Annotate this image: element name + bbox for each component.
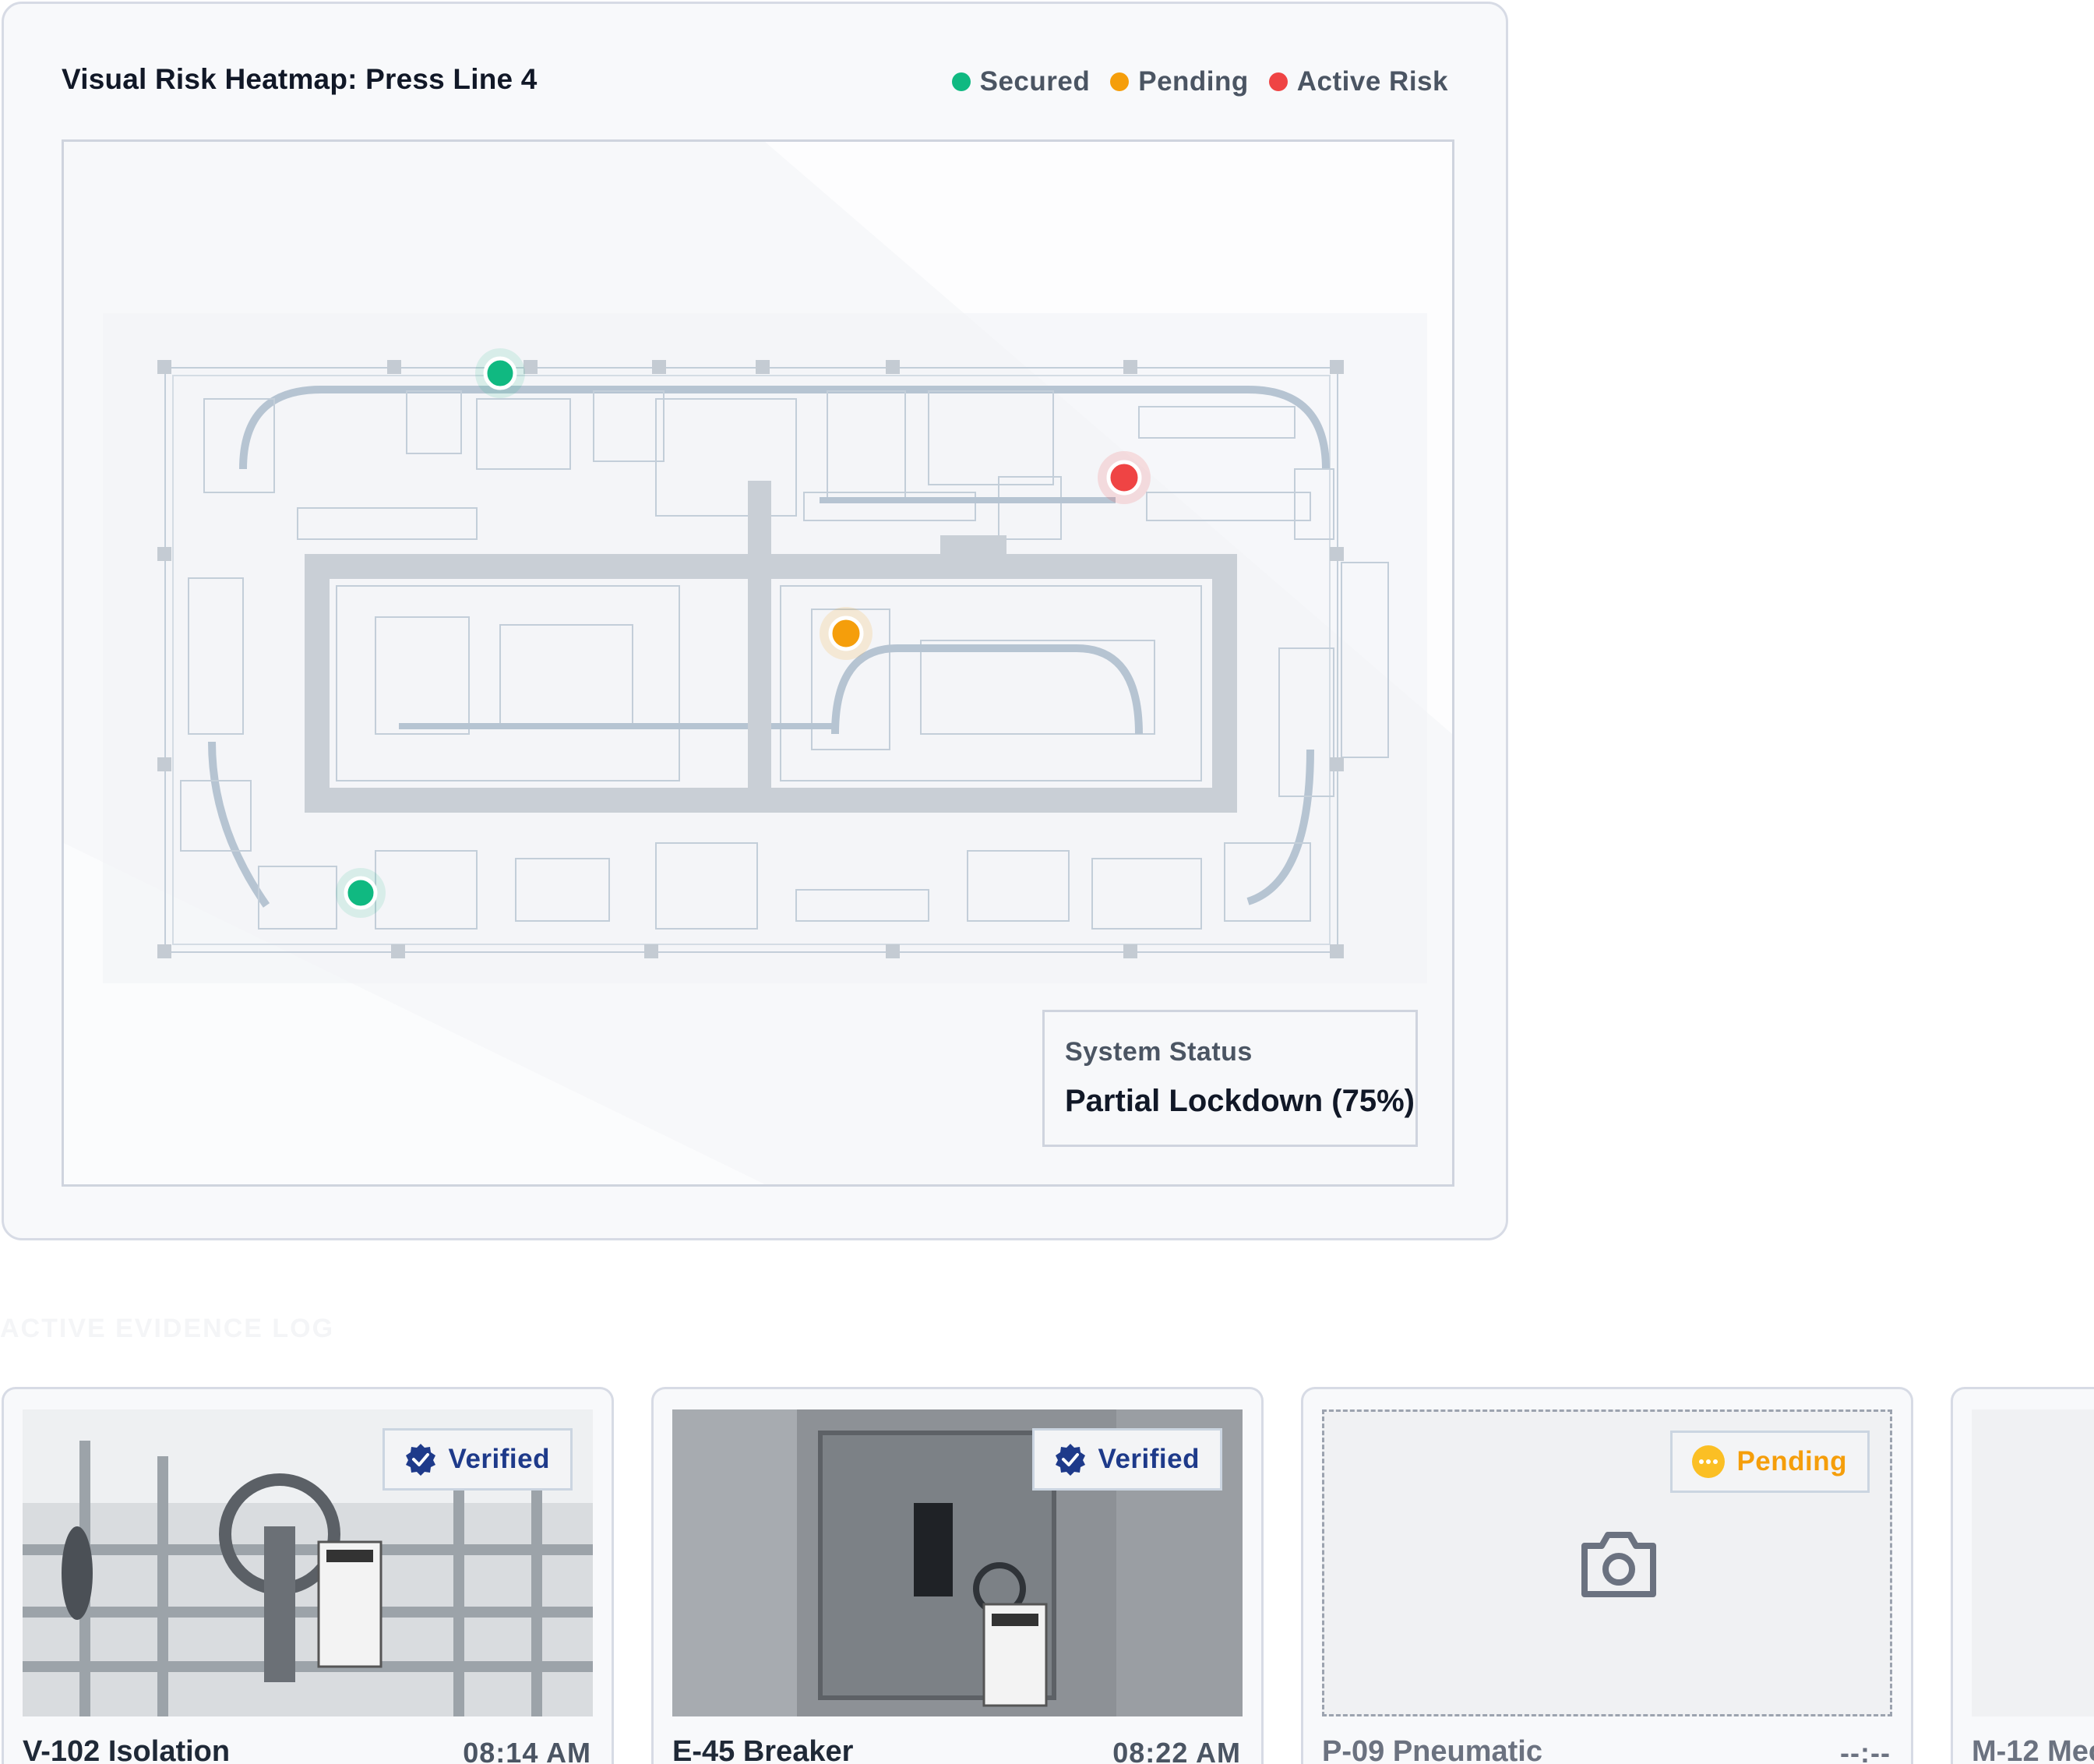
secured-marker-icon[interactable]	[344, 876, 378, 910]
verified-check-icon	[405, 1444, 435, 1476]
heatmap-title: Visual Risk Heatmap: Press Line 4	[62, 63, 538, 95]
evidence-card[interactable]: Verified E-45 Breaker 08:22 AM	[651, 1387, 1264, 1764]
evidence-card-title: E-45 Breaker	[672, 1735, 854, 1764]
pending-dot-icon	[1110, 72, 1130, 91]
evidence-card-time: 08:14 AM	[463, 1737, 591, 1764]
verified-badge-label: Verified	[448, 1444, 550, 1474]
verified-badge-label: Verified	[1098, 1444, 1200, 1474]
photo-upload-placeholder[interactable]: Pending	[1322, 1409, 1892, 1716]
floor-plan-map[interactable]: System Status Partial Lockdown (75%)	[62, 139, 1454, 1187]
legend-label-secured: Secured	[979, 66, 1091, 97]
evidence-section-heading: ACTIVE EVIDENCE LOG	[0, 1314, 335, 1343]
evidence-card-time: 08:22 AM	[1112, 1737, 1241, 1764]
system-status-label: System Status	[1065, 1037, 1253, 1067]
evidence-card-title: M-12 Mec	[1972, 1735, 2094, 1764]
legend-item-active-risk: Active Risk	[1268, 66, 1448, 97]
evidence-card[interactable]: M-12 Mec	[1951, 1387, 2094, 1764]
active-risk-dot-icon	[1268, 72, 1288, 91]
heatmap-legend: Secured Pending Active Risk	[951, 66, 1448, 97]
system-status-value: Partial Lockdown (75%)	[1065, 1084, 1415, 1118]
legend-label-pending: Pending	[1138, 66, 1249, 97]
evidence-photo[interactable]	[1972, 1409, 2094, 1716]
camera-icon	[1581, 1532, 1656, 1597]
evidence-card-title: V-102 Isolation	[23, 1735, 231, 1764]
risk-heatmap-panel: Visual Risk Heatmap: Press Line 4 Secure…	[2, 2, 1508, 1240]
pending-dots-icon	[1692, 1445, 1726, 1478]
verified-badge: Verified	[382, 1428, 573, 1491]
legend-item-pending: Pending	[1110, 66, 1249, 97]
evidence-card[interactable]: Pending P-09 Pneumatic --:--	[1301, 1387, 1913, 1764]
system-status-card: System Status Partial Lockdown (75%)	[1042, 1010, 1418, 1147]
evidence-photo[interactable]: Verified	[672, 1409, 1243, 1716]
verified-check-icon	[1055, 1444, 1085, 1476]
evidence-card-row: Verified V-102 Isolation 08:14 AM Verifi…	[0, 1387, 2094, 1764]
legend-item-secured: Secured	[951, 66, 1091, 97]
evidence-photo[interactable]: Verified	[23, 1409, 593, 1716]
legend-label-active-risk: Active Risk	[1296, 66, 1448, 97]
pending-badge-label: Pending	[1736, 1446, 1847, 1476]
verified-badge: Verified	[1031, 1428, 1222, 1491]
active-risk-marker-icon[interactable]	[1106, 460, 1142, 496]
pending-marker-icon[interactable]	[828, 616, 864, 651]
evidence-card-title: P-09 Pneumatic	[1322, 1735, 1542, 1764]
secured-marker-icon[interactable]	[483, 356, 517, 390]
evidence-card-time: --:--	[1840, 1737, 1891, 1764]
evidence-card[interactable]: Verified V-102 Isolation 08:14 AM	[2, 1387, 614, 1764]
secured-dot-icon	[951, 72, 971, 91]
pending-badge: Pending	[1670, 1431, 1870, 1493]
